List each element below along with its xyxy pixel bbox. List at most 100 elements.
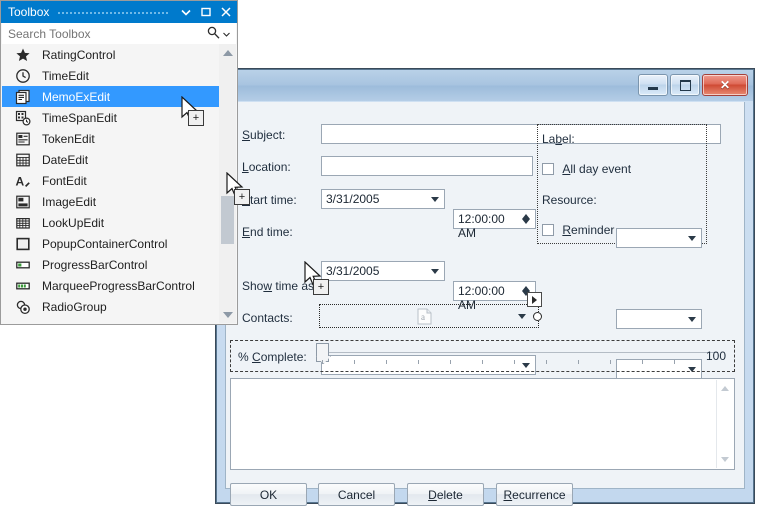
toolbox-titlebar[interactable]: Toolbox	[1, 1, 237, 23]
search-input[interactable]	[2, 25, 207, 42]
contacts-chevron-down-icon[interactable]	[518, 314, 526, 319]
minimize-button[interactable]	[638, 74, 668, 96]
marquee-progressbar-icon	[15, 278, 31, 294]
designer-surface: ✕ Subject: Location: Start time: 3/31/20…	[0, 0, 771, 506]
toolbox-item-label: RatingControl	[42, 47, 116, 62]
scroll-down-icon[interactable]	[219, 306, 236, 323]
toolbox-item-label: TimeEdit	[42, 68, 89, 83]
toolbox-item-imageedit[interactable]: ImageEdit	[2, 191, 236, 212]
contacts-label: Contacts:	[242, 311, 293, 325]
toolbox-item-ratingcontrol[interactable]: RatingControl	[2, 44, 236, 65]
drag-plus-badge-toolbox: +	[188, 110, 204, 126]
all-day-event-checkbox[interactable]	[542, 163, 554, 175]
cancel-button[interactable]: Cancel	[318, 483, 395, 506]
toolbox-scrollbar[interactable]	[219, 44, 236, 323]
scroll-up-icon[interactable]	[219, 44, 236, 61]
close-icon: ✕	[719, 78, 731, 92]
location-label: Location:	[242, 160, 291, 174]
toolbox-close-button[interactable]	[217, 3, 235, 21]
contacts-editor-selected[interactable]: a	[319, 292, 542, 328]
toolbox-item-lookupedit[interactable]: LookUpEdit	[2, 212, 236, 233]
resize-handle-right[interactable]	[533, 312, 542, 321]
lookup-grid-icon	[15, 215, 31, 231]
toolbox-item-label: MarqueeProgressBarControl	[42, 278, 195, 293]
scroll-down-icon[interactable]	[721, 457, 729, 462]
maximize-button[interactable]	[670, 74, 700, 96]
progressbar-icon	[15, 257, 31, 273]
end-time-spin[interactable]: 12:00:00 AM	[453, 281, 536, 312]
start-time-spin[interactable]: 12:00:00 AM	[453, 209, 536, 240]
toolbox-item-tokenedit[interactable]: TokenEdit	[2, 128, 236, 149]
percent-complete-track[interactable]	[322, 352, 718, 353]
label-combo[interactable]	[616, 228, 702, 248]
all-day-event-checkbox-row[interactable]: All day event	[542, 162, 631, 176]
scroll-up-icon[interactable]	[721, 386, 729, 391]
spin-down-icon[interactable]	[522, 219, 530, 224]
label-field-label: Label:	[542, 132, 575, 146]
location-input[interactable]	[321, 156, 533, 176]
toolbox-item-popupcontainercontrol[interactable]: PopupContainerControl	[2, 233, 236, 254]
toolbox-item-marqueeprogressbarcontrol[interactable]: MarqueeProgressBarControl	[2, 275, 236, 296]
image-icon	[15, 194, 31, 210]
toolbox-item-label: ImageEdit	[42, 194, 97, 209]
subject-label: Subject:	[242, 128, 286, 142]
search-bar-icons	[207, 26, 236, 42]
description-memo[interactable]	[230, 378, 735, 470]
scrollbar-thumb[interactable]	[221, 196, 234, 244]
radiogroup-icon	[15, 299, 31, 315]
clock-icon	[15, 68, 31, 84]
toolbox-item-label: TimeSpanEdit	[42, 110, 117, 125]
toolbox-item-label: TokenEdit	[42, 131, 95, 146]
all-day-event-label: All day event	[562, 162, 632, 176]
close-button[interactable]: ✕	[702, 74, 748, 96]
reminder-checkbox-row[interactable]: Reminder	[542, 223, 614, 237]
start-time-value: 12:00:00 AM	[458, 212, 505, 240]
drag-plus-badge-contacts: +	[313, 279, 329, 295]
dialog-titlebar[interactable]: ✕	[217, 70, 753, 101]
chevron-down-icon	[688, 317, 696, 322]
chevron-down-icon	[688, 236, 696, 241]
toolbox-item-progressbarcontrol[interactable]: ProgressBarControl	[2, 254, 236, 275]
timespan-icon	[15, 110, 31, 126]
toolbox-item-timeedit[interactable]: TimeEdit	[2, 65, 236, 86]
toolbox-item-fontedit[interactable]: A FontEdit	[2, 170, 236, 191]
dialog-client-area: Subject: Location: Start time: 3/31/2005…	[225, 102, 745, 506]
toolbox-item-label: DateEdit	[42, 152, 89, 167]
drag-plus-badge-designer-a: +	[234, 189, 250, 205]
toolbox-item-label: ProgressBarControl	[42, 257, 148, 272]
end-time-label: End time:	[242, 225, 293, 239]
ok-button-label: OK	[259, 487, 278, 502]
resource-combo[interactable]	[616, 309, 702, 329]
resource-label: Resource:	[542, 193, 597, 207]
toolbox-dropdown-button[interactable]	[177, 3, 195, 21]
reminder-checkbox[interactable]	[542, 224, 554, 236]
end-date-combo[interactable]: 3/31/2005	[321, 261, 445, 281]
toolbox-item-label: PopupContainerControl	[42, 236, 168, 251]
percent-complete-label: % Complete:	[238, 350, 307, 364]
toolbox-title: Toolbox	[8, 5, 50, 19]
start-date-combo[interactable]: 3/31/2005	[321, 189, 445, 209]
toolbox-item-list[interactable]: RatingControl TimeEdit MemoExEdit TimeSp…	[2, 44, 236, 323]
svg-text:A: A	[16, 174, 25, 188]
search-icon[interactable]	[207, 26, 220, 42]
recurrence-button-label: Recurrence	[503, 487, 566, 502]
toolbox-search-bar[interactable]	[2, 23, 236, 45]
delete-button-label: Delete	[428, 487, 463, 502]
ok-button[interactable]: OK	[230, 483, 307, 506]
delete-button[interactable]: Delete	[407, 483, 484, 506]
toolbox-item-dateedit[interactable]: DateEdit	[2, 149, 236, 170]
toolbox-maximize-button[interactable]	[197, 3, 215, 21]
reminder-label: Reminder	[562, 223, 615, 237]
description-scrollbar[interactable]	[716, 380, 733, 468]
popup-square-icon	[15, 236, 31, 252]
search-options-chevron-down-icon[interactable]	[223, 27, 230, 41]
toolbox-item-memoexedit[interactable]: MemoExEdit	[2, 86, 236, 107]
toolbox-item-label: MemoExEdit	[42, 89, 111, 104]
toolbox-item-radiogroup[interactable]: RadioGroup	[2, 296, 236, 317]
recurrence-button[interactable]: Recurrence	[496, 483, 573, 506]
toolbox-item-label: FontEdit	[42, 173, 87, 188]
drag-grip[interactable]	[57, 9, 169, 15]
smart-tag-button[interactable]	[527, 292, 542, 307]
memo-icon	[15, 89, 31, 105]
appointment-dialog-window: ✕ Subject: Location: Start time: 3/31/20…	[215, 68, 755, 506]
